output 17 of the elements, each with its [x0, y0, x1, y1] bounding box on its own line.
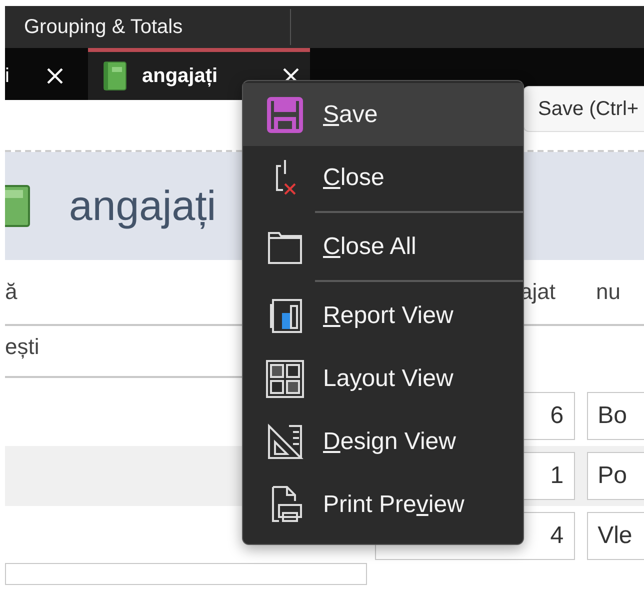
table-cell: Bo: [586, 392, 644, 440]
document-tab[interactable]: i: [5, 48, 88, 100]
triangle-ruler-icon: [265, 422, 305, 462]
table-cell: Po: [586, 452, 644, 500]
report-book-icon: [5, 184, 31, 228]
column-header: nu: [596, 279, 620, 305]
menu-item[interactable]: Close All: [243, 215, 523, 278]
menu-item[interactable]: Save: [243, 83, 523, 146]
table-cell: Vle: [586, 512, 644, 560]
menu-item[interactable]: Close: [243, 146, 523, 209]
ribbon-group-label: Grouping & Totals: [24, 16, 184, 38]
tooltip: Save (Ctrl+: [523, 86, 644, 132]
report-title: angajați: [69, 182, 216, 230]
close-icon[interactable]: [45, 66, 66, 86]
book-icon: [102, 61, 128, 91]
layout-grid-icon: [265, 358, 305, 398]
column-header: ă: [5, 279, 18, 305]
